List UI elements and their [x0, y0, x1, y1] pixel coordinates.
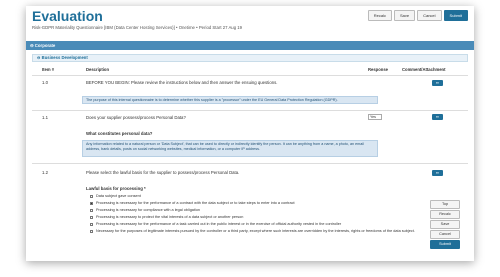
lawful-option[interactable]: Processing is necessary to protect the v…: [90, 215, 243, 219]
cancel-button[interactable]: Cancel: [430, 230, 460, 239]
response-select[interactable]: Yes: [368, 114, 382, 120]
col-response: Response: [368, 67, 389, 72]
attachment-icon[interactable]: ▪▪: [432, 114, 443, 120]
option-label: Processing is necessary for the performa…: [96, 201, 295, 205]
table-row: 1.2 Please select the lawful basis for t…: [26, 170, 474, 178]
checkbox[interactable]: [90, 194, 93, 198]
info-title-row: What constitutes personal data?: [26, 131, 474, 138]
checkbox[interactable]: [90, 201, 93, 205]
lawful-option[interactable]: Necessary for the purposes of legitimate…: [90, 229, 415, 233]
lawful-option[interactable]: Processing is necessary for compliance w…: [90, 208, 200, 212]
save-button[interactable]: Save: [430, 220, 460, 229]
col-item: Item #: [42, 67, 55, 72]
save-button[interactable]: Save: [393, 10, 416, 21]
attachment-icon[interactable]: ▪▪: [432, 80, 443, 86]
item-description: BEFORE YOU BEGIN: Please review the inst…: [86, 80, 278, 85]
lawful-option[interactable]: Data subject gave consent: [90, 194, 141, 198]
info-title: What constitutes personal data?: [86, 131, 153, 136]
checkbox[interactable]: [90, 215, 93, 219]
option-label: Necessary for the purposes of legitimate…: [96, 229, 415, 233]
option-label: Processing is necessary to protect the v…: [96, 215, 244, 219]
attachment-icon[interactable]: ▪▪: [432, 170, 443, 176]
divider: [32, 75, 468, 76]
lawful-title: Lawful basis for processing *: [86, 186, 146, 191]
top-button[interactable]: Top: [430, 200, 460, 209]
item-description: Please select the lawful basis for the s…: [86, 170, 240, 175]
lawful-option[interactable]: Processing is necessary for the performa…: [90, 222, 341, 226]
lawful-option[interactable]: Processing is necessary for the performa…: [90, 201, 295, 205]
option-label: Data subject gave consent: [96, 194, 141, 198]
table-header: Item # Description Response Comment/Atta…: [26, 66, 474, 74]
table-row: 1.0 BEFORE YOU BEGIN: Please review the …: [26, 80, 474, 88]
checkbox[interactable]: [90, 208, 93, 212]
floating-actions: Top Recalc Save Cancel Submit: [430, 200, 460, 250]
cancel-button[interactable]: Cancel: [417, 10, 442, 21]
info-box: Any information related to a natural per…: [82, 140, 378, 157]
section-business-development[interactable]: ⊖ Business Development: [32, 54, 468, 62]
page-title: Evaluation: [32, 8, 103, 24]
checkbox[interactable]: [90, 229, 93, 233]
recalc-button[interactable]: Recalc: [367, 10, 392, 21]
top-toolbar: Recalc Save Cancel Submit: [367, 10, 468, 21]
info-box: The purpose of this internal questionnai…: [82, 96, 378, 104]
item-number: 1.0: [42, 80, 48, 85]
page-subtitle: Risk-GDPR Materiality Questionnaire [IBM…: [32, 25, 243, 30]
option-label: Processing is necessary for compliance w…: [96, 208, 201, 212]
evaluation-window: Evaluation Risk-GDPR Materiality Questio…: [26, 6, 474, 261]
item-description: Does your supplier possess/process Perso…: [86, 115, 186, 120]
col-comment: Comment/Attachment: [402, 67, 446, 72]
table-row: 1.1 Does your supplier possess/process P…: [26, 115, 474, 123]
checkbox[interactable]: [90, 222, 93, 226]
option-label: Processing is necessary for the performa…: [96, 222, 342, 226]
lawful-title-row: Lawful basis for processing *: [26, 186, 474, 193]
section-corporate[interactable]: ⊖ Corporate: [26, 41, 474, 50]
divider: [32, 110, 468, 111]
submit-button[interactable]: Submit: [430, 240, 460, 249]
item-number: 1.2: [42, 170, 48, 175]
recalc-button[interactable]: Recalc: [430, 210, 460, 219]
item-number: 1.1: [42, 115, 48, 120]
col-description: Description: [86, 67, 110, 72]
submit-button[interactable]: Submit: [443, 10, 468, 21]
divider: [32, 163, 468, 164]
